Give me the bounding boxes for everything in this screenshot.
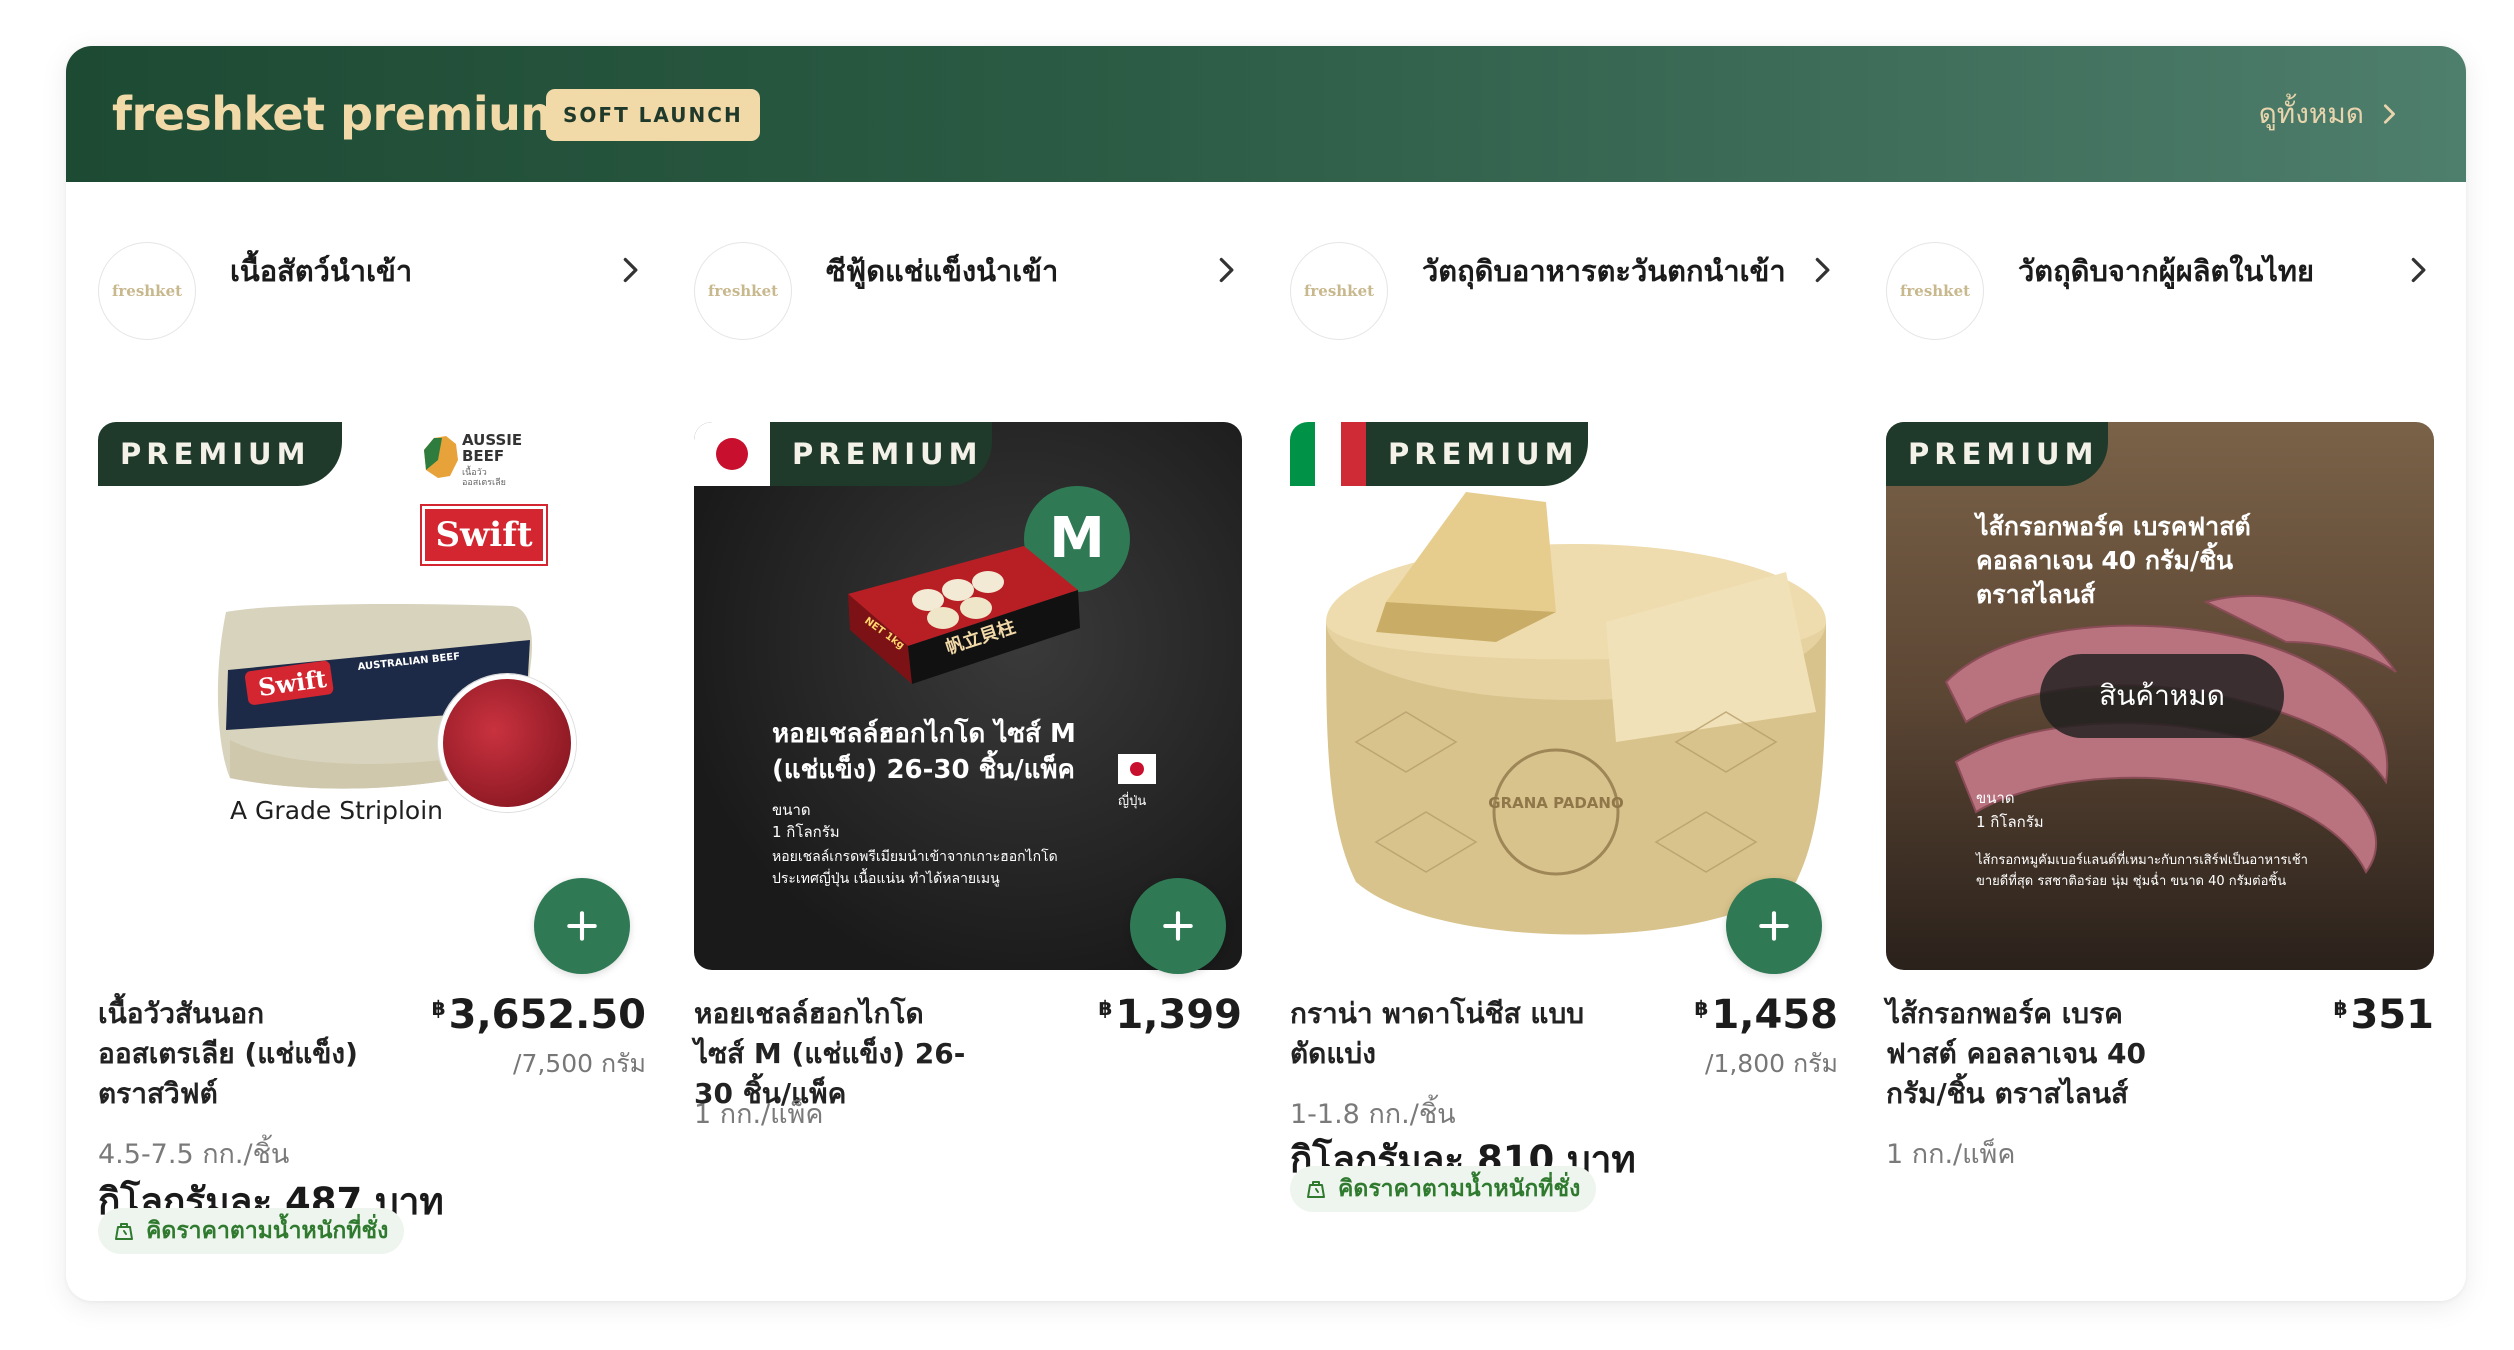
add-to-cart-button[interactable] xyxy=(1130,878,1226,974)
weight-pricing-badge: คิดราคาตามน้ำหนักที่ชั่ง xyxy=(98,1208,405,1254)
size-label: ขนาด xyxy=(772,801,811,819)
currency-symbol: ฿ xyxy=(1098,996,1113,1020)
soft-launch-badge: SOFT LAUNCH xyxy=(546,89,760,141)
promo-headline: หอยเชลล์ฮอกไกโด ไซส์ M (แช่แข็ง) 26-30 ช… xyxy=(772,719,1076,785)
promo-description: หอยเชลล์เกรดพรีเมียมนำเข้าจากเกาะฮอกไกโด… xyxy=(772,849,1058,887)
promo-description: ไส้กรอกหมูคัมเบอร์แลนด์ที่เหมาะกับการเสิ… xyxy=(1976,853,2308,889)
weight-pricing-badge: คิดราคาตามน้ำหนักที่ชั่ง xyxy=(1290,1166,1597,1212)
category-logo: freshket xyxy=(1886,242,1984,340)
chevron-right-icon[interactable] xyxy=(1808,256,1836,284)
weight-badge-label: คิดราคาตามน้ำหนักที่ชั่ง xyxy=(1338,1176,1581,1202)
category-title: วัตถุดิบจากผู้ผลิตในไทย xyxy=(2018,254,2315,288)
scale-icon xyxy=(115,1223,133,1240)
category-row[interactable]: freshket วัตถุดิบอาหารตะวันตกนำเข้า xyxy=(1290,242,1838,342)
italy-flag-icon xyxy=(1290,422,1366,486)
premium-tag: PREMIUM xyxy=(1886,422,2108,486)
product-price: ฿351 xyxy=(2334,992,2434,1038)
product-image[interactable]: PREMIUM ไส้กรอกพอร์ค เบรคฟาสต์ คอลลาเจน … xyxy=(1886,422,2434,970)
product-size: 4.5-7.5 กก./ชิ้น xyxy=(98,1139,290,1170)
japan-flag-icon xyxy=(1118,754,1156,784)
category-title: เนื้อสัตว์นำเข้า xyxy=(230,254,413,288)
japan-flag-icon xyxy=(694,422,770,486)
plus-icon xyxy=(567,911,597,941)
product-name[interactable]: เนื้อวัวสันนอก ออสเตรเลีย (แช่แข็ง) ตราส… xyxy=(98,994,428,1114)
view-all-link[interactable]: ดูทั้งหมด xyxy=(2259,88,2400,140)
size-value: 1 กิโลกรัม xyxy=(1976,813,2044,831)
category-row[interactable]: freshket วัตถุดิบจากผู้ผลิตในไทย xyxy=(1886,242,2434,342)
currency-symbol: ฿ xyxy=(2333,996,2348,1020)
product-size: 1-1.8 กก./ชิ้น xyxy=(1290,1099,1456,1130)
add-to-cart-button[interactable] xyxy=(1726,878,1822,974)
chevron-right-icon[interactable] xyxy=(2404,256,2432,284)
product-size: 1 กก./แพ็ค xyxy=(694,1099,824,1130)
premium-tag: PREMIUM xyxy=(770,422,992,486)
chevron-right-icon[interactable] xyxy=(616,256,644,284)
product-price: ฿1,399 xyxy=(1099,992,1242,1038)
chevron-right-icon[interactable] xyxy=(1212,256,1240,284)
category-column-imported-western: freshket วัตถุดิบอาหารตะวันตกนำเข้า GRAN… xyxy=(1290,182,1838,1301)
add-to-cart-button[interactable] xyxy=(534,878,630,974)
category-column-imported-meat: freshket เนื้อสัตว์นำเข้า PREMIUM AUSSIE… xyxy=(98,182,646,1301)
product-price: ฿3,652.50 xyxy=(432,992,646,1038)
scallop-box-illustration: 帆立貝柱 NET 1kg xyxy=(848,546,1080,684)
price-value: 351 xyxy=(2350,992,2435,1038)
premium-section-card: freshket premium SOFT LAUNCH ดูทั้งหมด f… xyxy=(66,46,2466,1301)
plus-icon xyxy=(1163,911,1193,941)
size-label: ขนาด xyxy=(1976,789,2015,807)
section-header: freshket premium SOFT LAUNCH ดูทั้งหมด xyxy=(66,46,2466,182)
price-value: 1,458 xyxy=(1711,992,1838,1038)
currency-symbol: ฿ xyxy=(1694,996,1709,1020)
unit-price: /1,800 กรัม xyxy=(1705,1049,1838,1078)
category-logo: freshket xyxy=(1290,242,1388,340)
category-title: ซีฟู้ดแช่แข็งนำเข้า xyxy=(826,254,1059,288)
premium-tag: PREMIUM xyxy=(1366,422,1588,486)
category-column-thai-producers: freshket วัตถุดิบจากผู้ผลิตในไทย PREMIUM… xyxy=(1886,182,2434,1301)
premium-tag: PREMIUM xyxy=(98,422,342,486)
chevron-right-icon xyxy=(2383,104,2395,124)
svg-text:GRANA PADANO: GRANA PADANO xyxy=(1488,794,1623,812)
category-title: วัตถุดิบอาหารตะวันตกนำเข้า xyxy=(1422,254,1786,288)
brand-title: freshket premium xyxy=(112,87,568,141)
aussie-beef-subtext: เนื้อวัว ออสเตรเลีย xyxy=(462,468,506,488)
aussie-beef-text: AUSSIE BEEF xyxy=(462,431,523,465)
product-price: ฿1,458 xyxy=(1695,992,1838,1038)
promo-headline: ไส้กรอกพอร์ค เบรคฟาสต์ คอลลาเจน 40 กรัม/… xyxy=(1976,512,2251,609)
scale-icon xyxy=(1307,1181,1325,1198)
category-column-imported-seafood: freshket ซีฟู้ดแช่แข็งนำเข้า PREMIUM M 帆… xyxy=(694,182,1242,1301)
category-logo: freshket xyxy=(98,242,196,340)
origin-label: ญี่ปุ่น xyxy=(1118,794,1147,809)
sold-out-badge: สินค้าหมด xyxy=(2040,654,2284,738)
category-row[interactable]: freshket เนื้อสัตว์นำเข้า xyxy=(98,242,646,342)
price-value: 3,652.50 xyxy=(448,992,646,1038)
plus-icon xyxy=(1759,911,1789,941)
price-value: 1,399 xyxy=(1115,992,1242,1038)
product-size: 1 กก./แพ็ค xyxy=(1886,1139,2016,1170)
product-name[interactable]: ไส้กรอกพอร์ค เบรค ฟาสต์ คอลลาเจน 40 กรัม… xyxy=(1886,994,2216,1114)
currency-symbol: ฿ xyxy=(431,996,446,1020)
weight-badge-label: คิดราคาตามน้ำหนักที่ชั่ง xyxy=(146,1218,389,1244)
category-logo: freshket xyxy=(694,242,792,340)
size-value: 1 กิโลกรัม xyxy=(772,823,840,841)
product-caption: A Grade Striploin xyxy=(230,796,444,825)
beef-cut-closeup xyxy=(438,674,576,812)
view-all-label: ดูทั้งหมด xyxy=(2258,97,2364,130)
category-row[interactable]: freshket ซีฟู้ดแช่แข็งนำเข้า xyxy=(694,242,1242,342)
swift-logo: Swift xyxy=(420,504,548,566)
product-name[interactable]: กราน่า พาดาโน่ชีส แบบ ตัดแบ่ง xyxy=(1290,994,1620,1074)
unit-price: /7,500 กรัม xyxy=(513,1049,646,1078)
